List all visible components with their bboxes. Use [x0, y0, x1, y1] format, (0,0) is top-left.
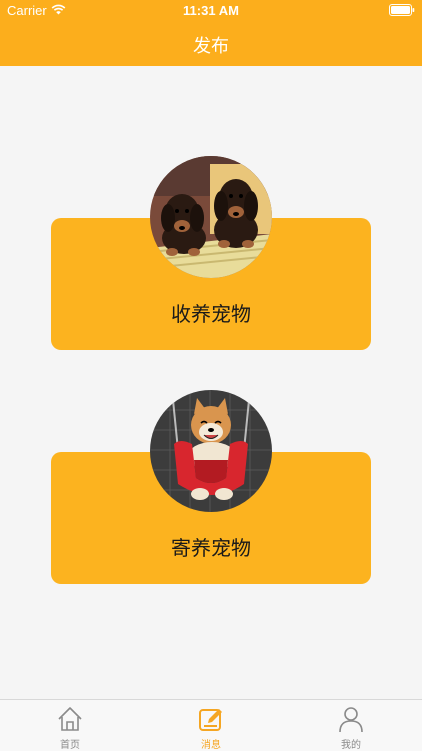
edit-icon — [199, 709, 222, 731]
adopt-pet-label: 收养宠物 — [171, 302, 251, 326]
dachshund-photo — [150, 156, 272, 278]
user-icon — [339, 707, 363, 733]
tab-mine-label: 我的 — [341, 740, 361, 751]
tab-mine[interactable]: 我的 — [281, 700, 421, 751]
status-time: 11:31 AM — [183, 3, 239, 18]
status-bar: Carrier 11:31 AM — [0, 0, 422, 22]
battery-icon — [389, 4, 415, 16]
tab-home[interactable]: 首页 — [0, 700, 140, 751]
shiba-swing-photo — [150, 390, 272, 512]
shiba-inu-image[interactable] — [150, 390, 272, 512]
tab-messages[interactable]: 消息 — [141, 700, 281, 751]
navigation-header: Carrier 11:31 AM 发布 — [0, 0, 422, 66]
tab-home-label: 首页 — [60, 740, 80, 751]
foster-pet-label: 寄养宠物 — [171, 536, 251, 560]
home-icon — [58, 707, 82, 731]
tab-bar: 首页 消息 我的 — [0, 699, 422, 751]
page-title: 发布 — [193, 36, 229, 57]
dachshund-puppies-image[interactable] — [150, 156, 272, 278]
tab-messages-label: 消息 — [201, 740, 221, 751]
